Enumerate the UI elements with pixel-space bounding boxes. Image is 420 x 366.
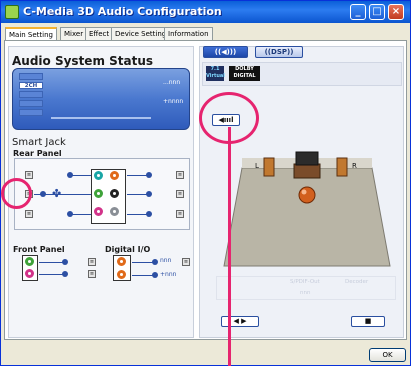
jack-teal[interactable] [94,171,103,180]
connection-line [70,175,92,176]
jack-settings-icon[interactable]: ≡ [176,171,184,179]
speaker-room-view[interactable]: L R [222,150,392,268]
connection-line [132,262,154,263]
tab-effect[interactable]: Effect [85,27,114,41]
callout-circle-gear [1,178,32,209]
speaker-label-right: R [352,162,357,170]
maximize-button[interactable]: □ [369,4,385,20]
stop-button[interactable]: ■ [351,316,385,327]
jack-orange[interactable] [110,171,119,180]
audio-status-title: Audio System Status [12,54,154,68]
connection-line [70,214,92,215]
channel-option[interactable] [19,109,43,116]
rear-panel-title: Rear Panel [13,149,62,158]
jack-settings-icon[interactable]: ≡ [176,210,184,218]
ok-button[interactable]: OK [369,348,406,362]
connection-dot [40,191,46,197]
jack-settings-icon[interactable]: ≡ [88,258,96,266]
decoder-label: Decoder [345,279,369,285]
connection-dot [146,191,152,197]
jack-settings-icon[interactable]: ≡ [182,258,190,266]
connection-dot [67,172,73,178]
jack-black[interactable] [110,189,119,198]
close-button[interactable]: × [388,4,404,20]
right-speaker-icon [336,157,348,177]
monitor-icon [295,151,319,166]
front-panel-title: Front Panel [13,245,65,254]
connection-dot [146,211,152,217]
spdif-in-jack[interactable] [117,270,126,279]
app-icon [5,5,19,19]
spdif-glyph: nnn [300,290,311,296]
dsp-mode-button[interactable]: ((DSP)) [255,46,303,58]
tab-information[interactable]: Information [164,27,213,41]
speaker-label-left: L [255,162,259,170]
connection-line [132,275,154,276]
channel-option[interactable] [19,91,43,98]
listener-icon [298,186,316,204]
callout-pointer-line [228,127,231,366]
logo-dolby-line1: DOLBY [235,66,254,72]
minimize-button[interactable]: _ [350,4,366,20]
jack-settings-icon[interactable]: ≡ [25,171,33,179]
connection-dot [152,259,158,265]
jack-gray[interactable] [110,207,119,216]
connection-dot [152,272,158,278]
jack-settings-icon[interactable]: ≡ [176,190,184,198]
dolby-digital-logo: DOLBY DIGITAL [229,66,260,81]
left-speaker-icon [263,157,275,177]
listener-highlight [301,189,307,195]
play-button[interactable]: ◀ ▶ [221,316,259,327]
connection-dot [62,259,68,265]
connection-dot [67,211,73,217]
logo-71-line2: Virtual [206,73,225,79]
digital-out-glyph: nnn [160,257,172,264]
line-in-glyph: +nnnn [163,98,184,105]
audio-status-display: 2CH ...nnn +nnnn [12,68,190,130]
tab-mixer[interactable]: Mixer [60,27,88,41]
room-floor [223,167,391,267]
spdif-out-label: S/PDIF-Out [290,279,320,285]
spdif-out-jack[interactable] [117,257,126,266]
jack-green[interactable] [94,189,103,198]
logo-dolby-line2: DIGITAL [233,73,256,79]
connection-dot [146,172,152,178]
channel-option[interactable] [19,100,43,107]
tab-device-setting[interactable]: Device Setting [111,27,171,41]
front-jack-pink[interactable] [25,269,34,278]
title-bar[interactable]: C-Media 3D Audio Configuration _ □ × [1,1,410,23]
speaker-mode-button[interactable]: ((◀))) [203,46,248,58]
channel-option[interactable] [19,73,43,80]
connection-dot [62,271,68,277]
front-jack-green[interactable] [25,257,34,266]
jack-settings-icon[interactable]: ≡ [88,270,96,278]
digital-in-glyph: +nnn [160,271,177,278]
logo-71-line1: 7.1 [210,66,220,72]
virtual-71-logo: 7.1 Virtual [206,66,225,81]
digital-io-title: Digital I/O [105,245,151,254]
jack-pink[interactable] [94,207,103,216]
smart-jack-title: Smart Jack [12,137,66,148]
channel-option-2ch[interactable]: 2CH [19,82,43,89]
window-title: C-Media 3D Audio Configuration [23,5,222,18]
status-divider [51,117,151,119]
tv-stand [293,163,321,179]
gear-icon[interactable]: ✤ [52,188,61,200]
jack-settings-icon[interactable]: ≡ [25,210,33,218]
line-out-glyph: ...nnn [163,79,181,86]
